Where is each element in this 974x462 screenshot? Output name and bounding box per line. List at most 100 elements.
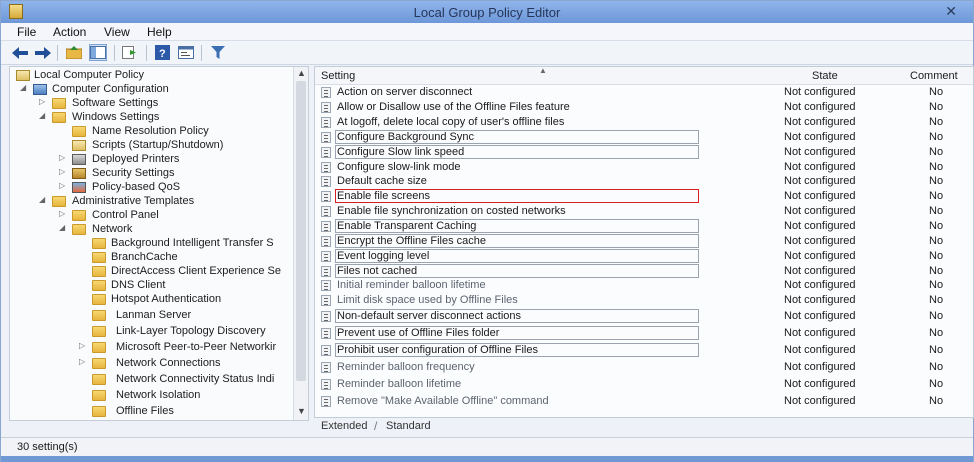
tree-item-deployed-printers[interactable]: ▷ Deployed Printers bbox=[10, 153, 290, 167]
tree-item-scripts[interactable]: Scripts (Startup/Shutdown) bbox=[10, 139, 290, 153]
setting-state: Not configured bbox=[784, 175, 856, 187]
tree-item-software-settings[interactable]: ▷ Software Settings bbox=[10, 97, 290, 111]
help-icon[interactable]: ? bbox=[153, 44, 171, 61]
setting-state: Not configured bbox=[784, 378, 856, 390]
setting-row[interactable]: Configure Background Sync Not configured N… bbox=[315, 130, 973, 145]
tree-item-administrative-templates[interactable]: ◢ Administrative Templates bbox=[10, 195, 290, 209]
column-header-state[interactable]: State bbox=[812, 67, 838, 85]
tab-divider: / bbox=[374, 419, 378, 433]
expand-icon[interactable]: ▷ bbox=[59, 153, 69, 162]
collapse-icon[interactable]: ◢ bbox=[59, 223, 69, 232]
setting-comment: No bbox=[929, 378, 944, 390]
scroll-thumb[interactable] bbox=[296, 81, 306, 381]
policy-setting-icon bbox=[321, 221, 331, 232]
expand-icon[interactable]: ▷ bbox=[59, 209, 69, 218]
setting-row[interactable]: Prohibit user configuration of Offline F… bbox=[315, 343, 973, 358]
tree-item-network-connections[interactable]: ▷ Network Connections bbox=[10, 357, 290, 371]
expand-icon[interactable]: ▷ bbox=[79, 357, 89, 366]
setting-row[interactable]: Enable file screens Not configured No bbox=[315, 189, 973, 204]
tree-scrollbar[interactable]: ▲ ▼ bbox=[293, 67, 308, 420]
tree-item-computer-configuration[interactable]: ◢ Computer Configuration bbox=[10, 83, 290, 97]
tree-item-hotspot-authentication[interactable]: Hotspot Authentication bbox=[10, 293, 290, 307]
setting-row[interactable]: Allow or Disallow use of the Offline Fil… bbox=[315, 100, 973, 115]
tree-item-label: DirectAccess Client Experience Se bbox=[111, 265, 281, 277]
setting-name: Enable file synchronization on costed ne… bbox=[337, 205, 566, 217]
tab-standard[interactable]: Standard bbox=[386, 420, 431, 432]
setting-row[interactable]: Enable Transparent Caching Not configured… bbox=[315, 219, 973, 234]
setting-row[interactable]: At logoff, delete local copy of user's o… bbox=[315, 115, 973, 130]
tree-item-link-layer-topology[interactable]: Link-Layer Topology Discovery bbox=[10, 325, 290, 339]
policy-setting-icon bbox=[321, 87, 331, 98]
svg-text:?: ? bbox=[159, 48, 166, 60]
policy-setting-icon bbox=[321, 147, 331, 158]
tree-item-ncsi[interactable]: Network Connectivity Status Indi bbox=[10, 373, 290, 387]
tree-item-directaccess[interactable]: DirectAccess Client Experience Se bbox=[10, 265, 290, 279]
policy-setting-icon bbox=[321, 132, 331, 143]
properties-icon[interactable] bbox=[177, 44, 195, 61]
setting-row[interactable]: Prevent use of Offline Files folder Not c… bbox=[315, 326, 973, 341]
menu-action[interactable]: Action bbox=[53, 25, 86, 39]
folder-icon bbox=[72, 210, 86, 221]
tree-item-network[interactable]: ◢ Network bbox=[10, 223, 290, 237]
expand-icon[interactable]: ▷ bbox=[59, 167, 69, 176]
up-folder-icon[interactable] bbox=[65, 44, 83, 61]
policy-setting-icon bbox=[321, 311, 331, 322]
setting-row[interactable]: Reminder balloon frequency Not configured… bbox=[315, 360, 973, 375]
tree-item-name-resolution-policy[interactable]: Name Resolution Policy bbox=[10, 125, 290, 139]
menu-help[interactable]: Help bbox=[147, 25, 172, 39]
tree-item-lanman-server[interactable]: Lanman Server bbox=[10, 309, 290, 323]
tree-item-windows-settings[interactable]: ◢ Windows Settings bbox=[10, 111, 290, 125]
filter-icon[interactable] bbox=[209, 44, 227, 61]
tree-item-local-computer-policy[interactable]: Local Computer Policy bbox=[10, 69, 290, 83]
setting-row[interactable]: Configure Slow link speed Not configured N… bbox=[315, 145, 973, 160]
tree-item-label: Computer Configuration bbox=[52, 83, 169, 95]
tree-item-branchcache[interactable]: BranchCache bbox=[10, 251, 290, 265]
setting-row[interactable]: Reminder balloon lifetime Not configured N… bbox=[315, 377, 973, 392]
scroll-up-icon[interactable]: ▲ bbox=[297, 68, 306, 78]
setting-row[interactable]: Remove "Make Available Offline" command N… bbox=[315, 394, 973, 409]
setting-row[interactable]: Event logging level Not configured No bbox=[315, 249, 973, 264]
setting-row[interactable]: Initial reminder balloon lifetime Not con… bbox=[315, 278, 973, 293]
tree-item-policy-based-qos[interactable]: ▷ Policy-based QoS bbox=[10, 181, 290, 195]
setting-comment: No bbox=[929, 294, 944, 306]
collapse-icon[interactable]: ◢ bbox=[39, 111, 49, 120]
expand-icon[interactable]: ▷ bbox=[39, 97, 49, 106]
back-icon[interactable] bbox=[11, 44, 29, 61]
setting-row[interactable]: Files not cached Not configured No bbox=[315, 264, 973, 279]
column-header-comment[interactable]: Comment bbox=[910, 67, 958, 85]
tree-item-network-isolation[interactable]: Network Isolation bbox=[10, 389, 290, 403]
setting-row[interactable]: Non-default server disconnect actions Not… bbox=[315, 309, 973, 324]
tree-item-security-settings[interactable]: ▷ Security Settings bbox=[10, 167, 290, 181]
setting-state: Not configured bbox=[784, 294, 856, 306]
script-icon bbox=[72, 140, 86, 151]
tree-item-control-panel[interactable]: ▷ Control Panel bbox=[10, 209, 290, 223]
menu-file[interactable]: File bbox=[17, 25, 36, 39]
tree-item-label: Network Isolation bbox=[116, 389, 201, 401]
setting-row[interactable]: Limit disk space used by Offline Files No… bbox=[315, 293, 973, 308]
column-header-setting[interactable]: Setting bbox=[321, 67, 355, 85]
tree-item-bits[interactable]: Background Intelligent Transfer S bbox=[10, 237, 290, 251]
setting-row[interactable]: Action on server disconnect Not configure… bbox=[315, 85, 973, 100]
expand-icon[interactable]: ▷ bbox=[59, 181, 69, 190]
setting-comment: No bbox=[929, 161, 944, 173]
collapse-icon[interactable]: ◢ bbox=[20, 83, 30, 92]
scroll-down-icon[interactable]: ▼ bbox=[297, 406, 306, 416]
forward-icon[interactable] bbox=[34, 44, 52, 61]
setting-row[interactable]: Configure slow-link mode Not configured No bbox=[315, 160, 973, 175]
setting-row[interactable]: Enable file synchronization on costed ne… bbox=[315, 204, 973, 219]
folder-icon bbox=[52, 98, 66, 109]
close-icon[interactable]: ✕ bbox=[945, 3, 957, 20]
menu-view[interactable]: View bbox=[104, 25, 130, 39]
tree-item-dns-client[interactable]: DNS Client bbox=[10, 279, 290, 293]
setting-row[interactable]: Default cache size Not configured No bbox=[315, 174, 973, 189]
expand-icon[interactable]: ▷ bbox=[79, 341, 89, 350]
setting-row[interactable]: Encrypt the Offline Files cache Not confi… bbox=[315, 234, 973, 249]
tree-item-offline-files[interactable]: Offline Files bbox=[10, 405, 290, 419]
tab-extended[interactable]: Extended bbox=[321, 420, 367, 432]
export-list-icon[interactable] bbox=[121, 44, 139, 61]
setting-name: Files not cached bbox=[337, 265, 418, 277]
setting-comment: No bbox=[929, 131, 944, 143]
show-hide-tree-icon[interactable] bbox=[89, 44, 107, 61]
tree-item-p2p-networking[interactable]: ▷ Microsoft Peer-to-Peer Networkir bbox=[10, 341, 290, 355]
collapse-icon[interactable]: ◢ bbox=[39, 195, 49, 204]
